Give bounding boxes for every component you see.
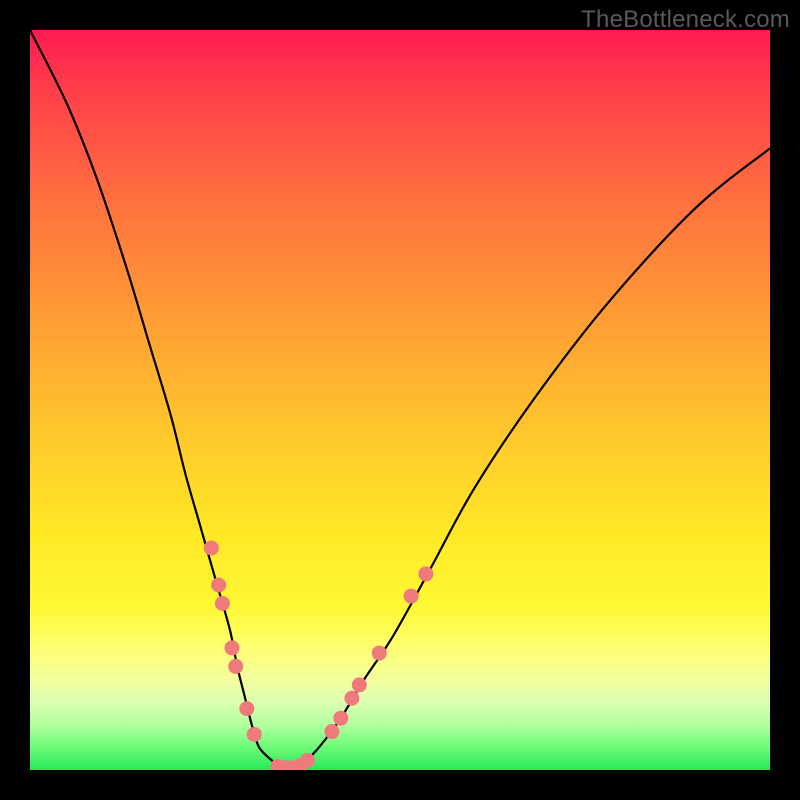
data-point: [344, 691, 359, 706]
data-points: [204, 541, 434, 771]
data-point: [352, 677, 367, 692]
data-point: [372, 646, 387, 661]
chart-overlay: [30, 30, 770, 770]
data-point: [204, 541, 219, 556]
data-point: [215, 596, 230, 611]
data-point: [247, 727, 262, 742]
data-point: [228, 659, 243, 674]
data-point: [239, 701, 254, 716]
chart-frame: TheBottleneck.com: [0, 0, 800, 800]
data-point: [300, 753, 315, 768]
plot-area: [30, 30, 770, 770]
data-point: [333, 711, 348, 726]
data-point: [404, 589, 419, 604]
watermark: TheBottleneck.com: [581, 6, 790, 34]
data-point: [211, 578, 226, 593]
data-point: [418, 566, 433, 581]
data-point: [225, 640, 240, 655]
bottleneck-curve: [30, 30, 770, 770]
data-point: [324, 724, 339, 739]
